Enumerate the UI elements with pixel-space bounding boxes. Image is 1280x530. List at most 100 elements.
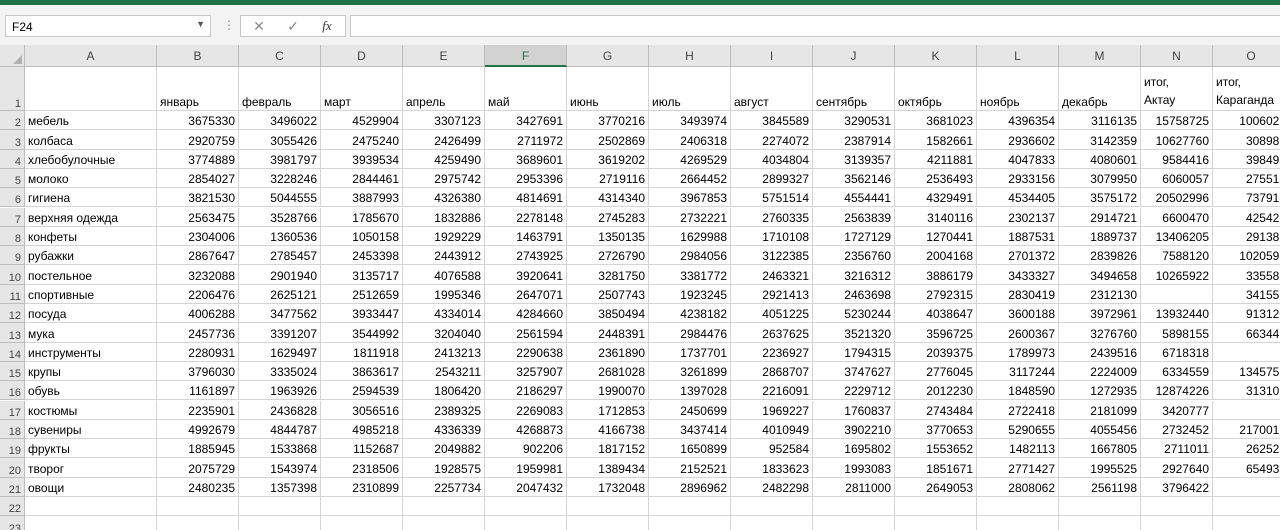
cell-h3[interactable]: 2406318: [649, 130, 731, 150]
cell-f1[interactable]: май: [485, 67, 567, 111]
cell-l9[interactable]: 2701372: [977, 246, 1059, 266]
cell-k2[interactable]: 3681023: [895, 111, 977, 131]
cell-h22[interactable]: [649, 497, 731, 517]
cell-h23[interactable]: [649, 516, 731, 530]
cell-g6[interactable]: 4314340: [567, 188, 649, 208]
cell-g20[interactable]: 1389434: [567, 458, 649, 478]
cell-h21[interactable]: 2896962: [649, 477, 731, 497]
cell-b7[interactable]: 2563475: [157, 207, 239, 227]
cell-f11[interactable]: 2647071: [485, 284, 567, 304]
cell-l4[interactable]: 4047833: [977, 149, 1059, 169]
cell-c2[interactable]: 3496022: [239, 111, 321, 131]
cell-h13[interactable]: 2984476: [649, 323, 731, 343]
cell-k5[interactable]: 2536493: [895, 168, 977, 189]
cell-h17[interactable]: 2450699: [649, 400, 731, 420]
cell-c10[interactable]: 2901940: [239, 265, 321, 285]
cell-g13[interactable]: 2448391: [567, 323, 649, 343]
cell-h12[interactable]: 4238182: [649, 304, 731, 324]
cell-h20[interactable]: 2152521: [649, 458, 731, 478]
cell-c21[interactable]: 1357398: [239, 477, 321, 497]
cell-m18[interactable]: 4055456: [1059, 419, 1141, 440]
cell-e22[interactable]: [403, 497, 485, 517]
cell-n14[interactable]: 6718318: [1141, 342, 1213, 362]
row-header-21[interactable]: 21: [0, 477, 25, 497]
cell-g14[interactable]: 2361890: [567, 342, 649, 362]
cell-f14[interactable]: 2290638: [485, 342, 567, 362]
more-icon[interactable]: ⋮: [223, 19, 235, 31]
cell-g21[interactable]: 1732048: [567, 477, 649, 497]
dropdown-icon[interactable]: ▼: [196, 19, 205, 29]
cell-d4[interactable]: 3939534: [321, 149, 403, 169]
cell-f7[interactable]: 2278148: [485, 207, 567, 227]
row-header-22[interactable]: 22: [0, 497, 25, 517]
cell-c16[interactable]: 1963926: [239, 381, 321, 401]
cell-n4[interactable]: 9584416: [1141, 149, 1213, 169]
cell-k10[interactable]: 3886179: [895, 265, 977, 285]
cell-g18[interactable]: 4166738: [567, 419, 649, 440]
cell-b5[interactable]: 2854027: [157, 168, 239, 189]
row-header-15[interactable]: 15: [0, 361, 25, 382]
cell-b13[interactable]: 2457736: [157, 323, 239, 343]
cell-l22[interactable]: [977, 497, 1059, 517]
cell-n11[interactable]: [1141, 284, 1213, 304]
cell-a16[interactable]: обувь: [25, 381, 157, 401]
cell-n21[interactable]: 3796422: [1141, 477, 1213, 497]
cell-c5[interactable]: 3228246: [239, 168, 321, 189]
cell-c13[interactable]: 3391207: [239, 323, 321, 343]
cell-d20[interactable]: 2318506: [321, 458, 403, 478]
cell-k19[interactable]: 1553652: [895, 439, 977, 459]
cell-k16[interactable]: 2012230: [895, 381, 977, 401]
cell-n2[interactable]: 15758725: [1141, 111, 1213, 131]
column-header-e[interactable]: E: [403, 45, 485, 67]
cell-e1[interactable]: апрель: [403, 67, 485, 111]
cell-j4[interactable]: 3139357: [813, 149, 895, 169]
cell-j16[interactable]: 2229712: [813, 381, 895, 401]
cell-d16[interactable]: 2594539: [321, 381, 403, 401]
cell-k21[interactable]: 2649053: [895, 477, 977, 497]
cell-b14[interactable]: 2280931: [157, 342, 239, 362]
cell-o22[interactable]: [1213, 497, 1280, 517]
cell-a19[interactable]: фрукты: [25, 439, 157, 459]
cell-f6[interactable]: 4814691: [485, 188, 567, 208]
column-header-i[interactable]: I: [731, 45, 813, 67]
cell-g19[interactable]: 1817152: [567, 439, 649, 459]
cell-i12[interactable]: 4051225: [731, 304, 813, 324]
column-header-f[interactable]: F: [485, 45, 567, 67]
cell-l18[interactable]: 5290655: [977, 419, 1059, 440]
cell-b3[interactable]: 2920759: [157, 130, 239, 150]
cell-o18[interactable]: 2170016: [1213, 420, 1280, 440]
cell-h7[interactable]: 2732221: [649, 207, 731, 227]
cell-j10[interactable]: 3216312: [813, 265, 895, 285]
column-header-h[interactable]: H: [649, 45, 731, 67]
cell-e21[interactable]: 2257734: [403, 477, 485, 497]
cell-k20[interactable]: 1851671: [895, 458, 977, 478]
cell-b17[interactable]: 2235901: [157, 400, 239, 420]
column-header-c[interactable]: C: [239, 45, 321, 67]
cell-i4[interactable]: 4034804: [731, 149, 813, 169]
cell-o9[interactable]: 1020593: [1213, 246, 1280, 266]
cell-n13[interactable]: 5898155: [1141, 323, 1213, 343]
cell-k9[interactable]: 2004168: [895, 246, 977, 266]
cell-e10[interactable]: 4076588: [403, 265, 485, 285]
cell-b21[interactable]: 2480235: [157, 477, 239, 497]
cell-c8[interactable]: 1360536: [239, 226, 321, 247]
row-header-4[interactable]: 4: [0, 149, 25, 169]
cell-m4[interactable]: 4080601: [1059, 149, 1141, 169]
cell-b23[interactable]: [157, 516, 239, 530]
cell-i20[interactable]: 1833623: [731, 458, 813, 478]
cell-m15[interactable]: 2224009: [1059, 361, 1141, 382]
cell-m12[interactable]: 3972961: [1059, 304, 1141, 324]
cell-i18[interactable]: 4010949: [731, 419, 813, 440]
cell-d23[interactable]: [321, 516, 403, 530]
formula-input[interactable]: [350, 15, 1280, 37]
cell-b16[interactable]: 1161897: [157, 381, 239, 401]
cell-f13[interactable]: 2561594: [485, 323, 567, 343]
cell-i3[interactable]: 2274072: [731, 130, 813, 150]
cell-l14[interactable]: 1789973: [977, 342, 1059, 362]
cell-j20[interactable]: 1993083: [813, 458, 895, 478]
row-header-7[interactable]: 7: [0, 207, 25, 227]
cell-l16[interactable]: 1848590: [977, 381, 1059, 401]
cell-c1[interactable]: февраль: [239, 67, 321, 111]
cell-l11[interactable]: 2830419: [977, 284, 1059, 304]
cell-o14[interactable]: [1213, 343, 1280, 362]
